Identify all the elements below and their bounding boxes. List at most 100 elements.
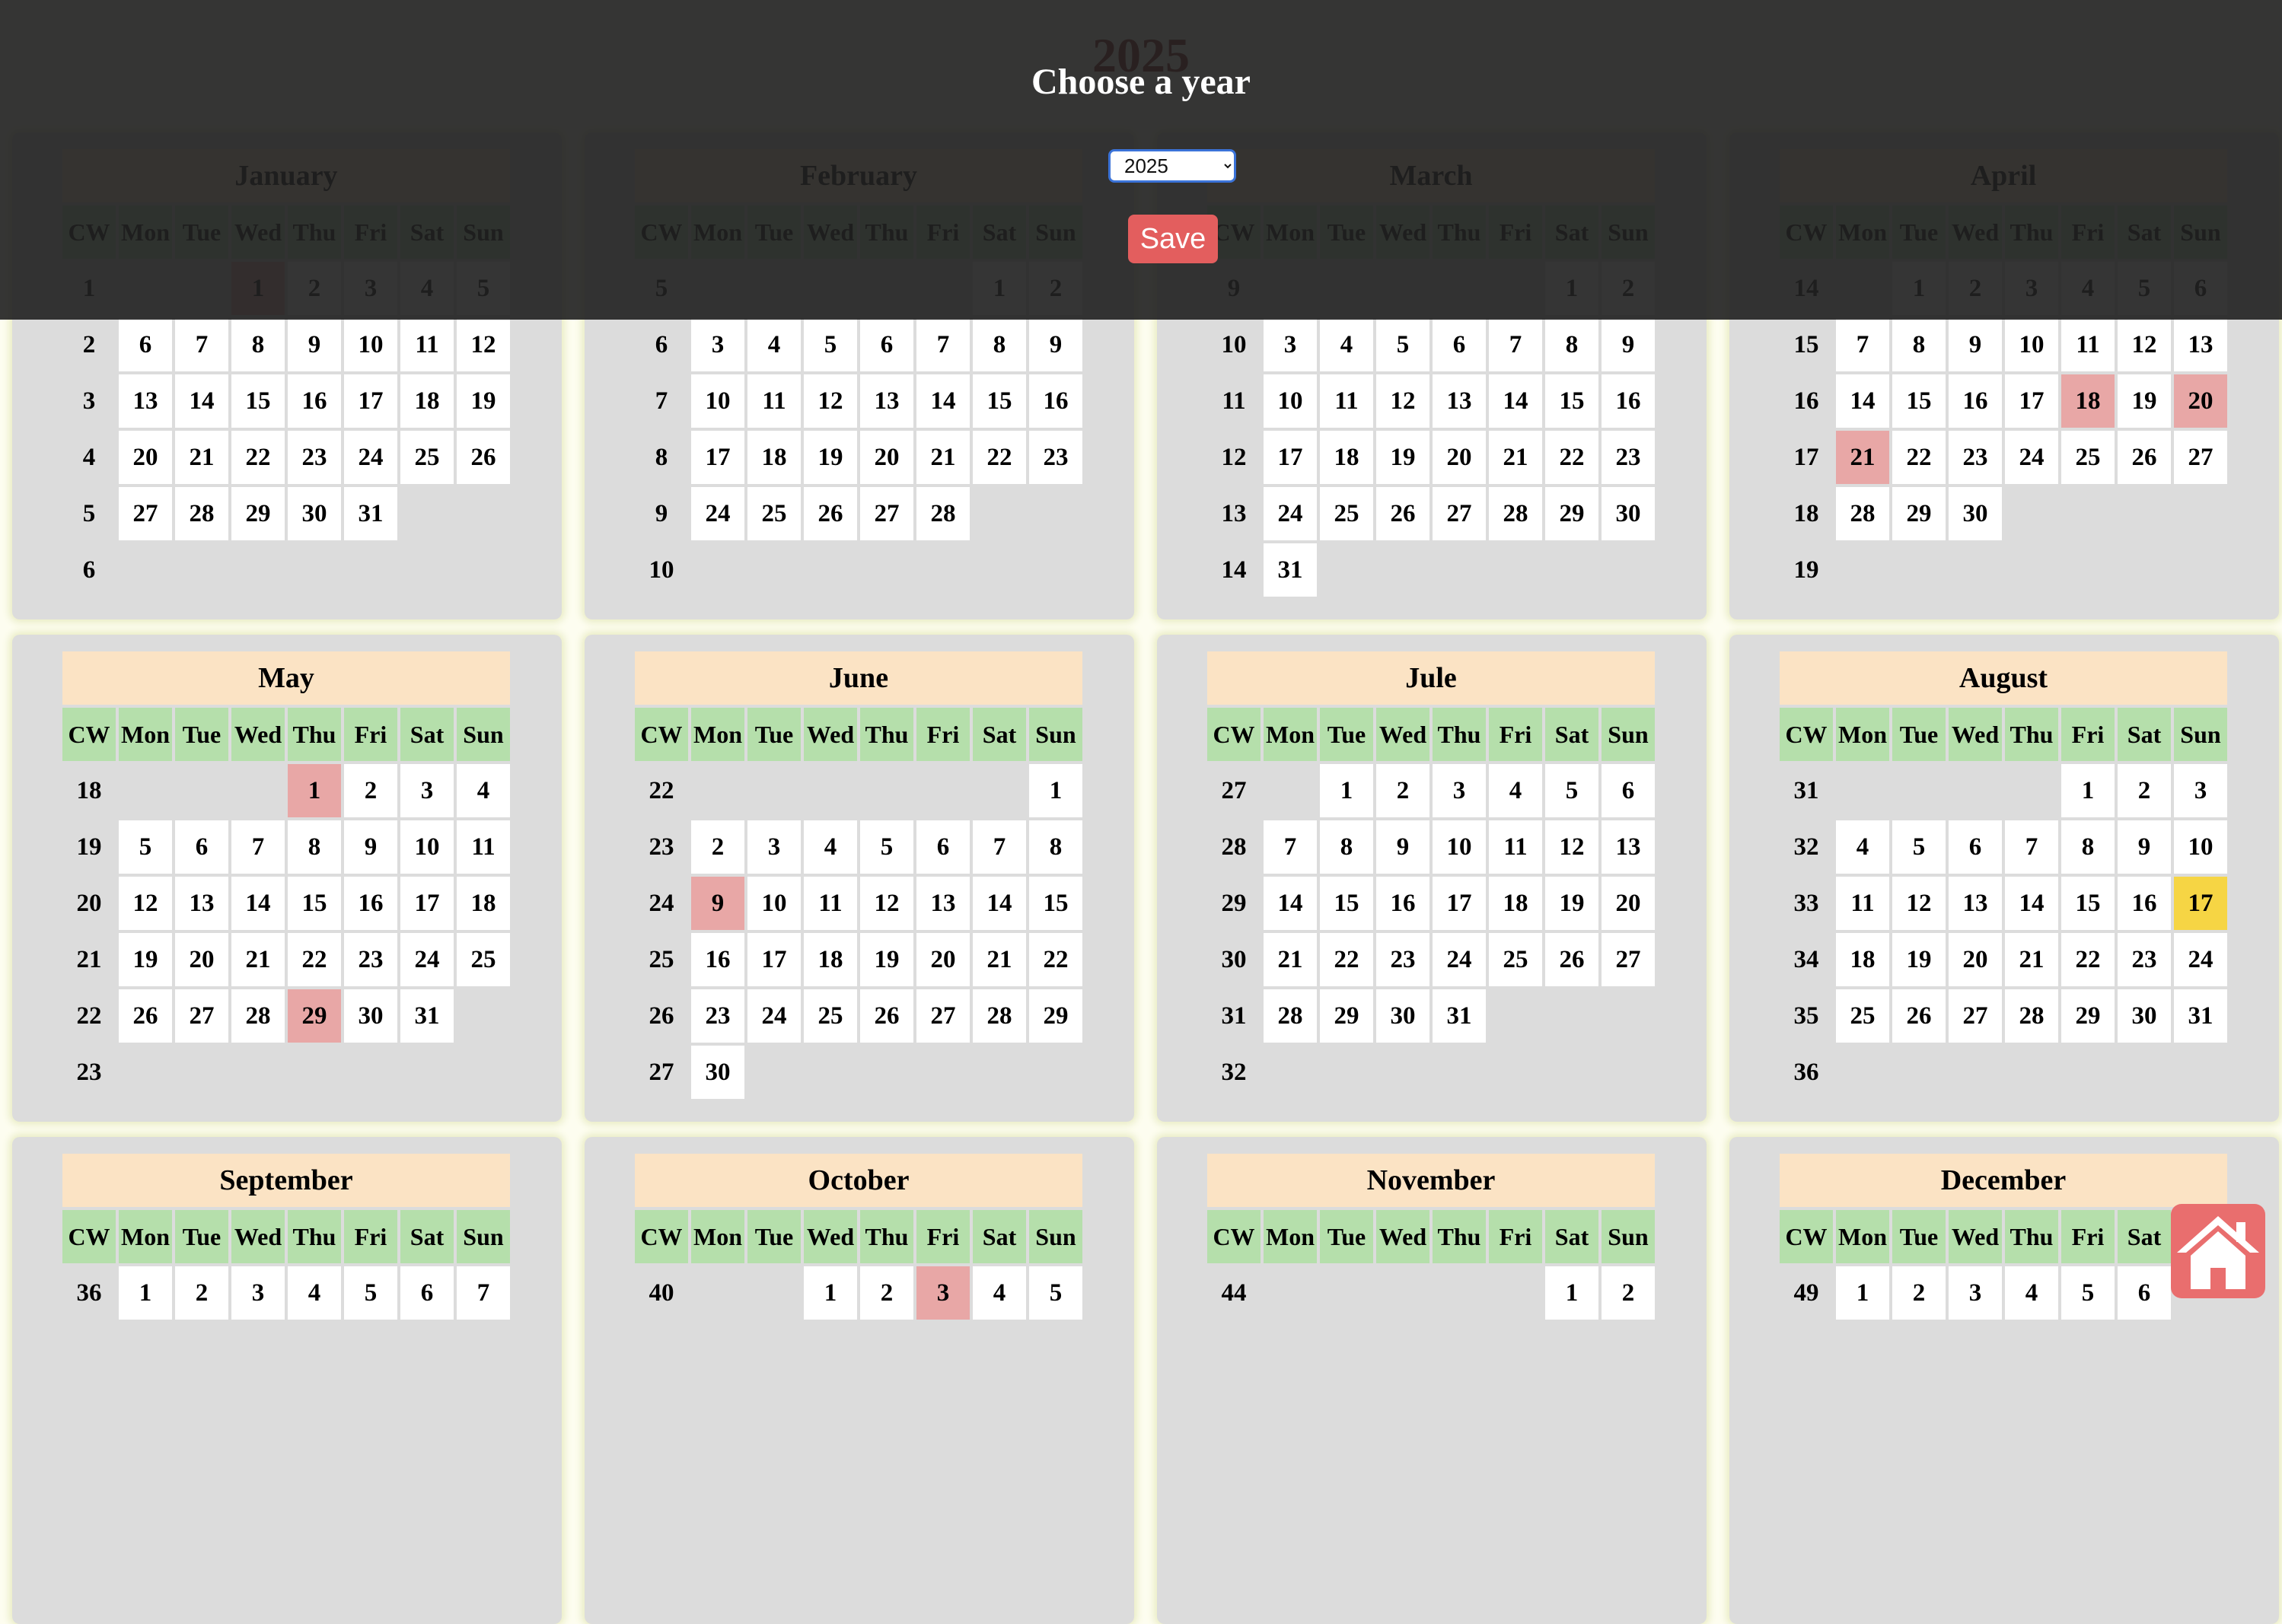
day-cell[interactable]: 26 <box>2118 431 2171 484</box>
day-cell[interactable]: 13 <box>119 374 172 428</box>
day-cell[interactable]: 2 <box>860 1266 913 1320</box>
day-cell[interactable]: 29 <box>1892 487 1946 540</box>
day-cell[interactable]: 26 <box>860 989 913 1043</box>
day-cell[interactable]: 2 <box>175 1266 228 1320</box>
day-cell[interactable]: 15 <box>1892 374 1946 428</box>
day-cell[interactable]: 15 <box>288 877 341 930</box>
day-cell[interactable]: 27 <box>1949 989 2002 1043</box>
day-cell[interactable]: 13 <box>1949 877 2002 930</box>
day-cell[interactable]: 11 <box>2061 318 2115 371</box>
day-cell[interactable]: 5 <box>804 318 857 371</box>
day-cell[interactable]: 11 <box>457 820 510 874</box>
day-cell[interactable]: 10 <box>2174 820 2227 874</box>
day-cell[interactable]: 15 <box>1320 877 1373 930</box>
day-cell[interactable]: 3 <box>916 1266 970 1320</box>
day-cell[interactable]: 9 <box>1376 820 1429 874</box>
day-cell[interactable]: 2 <box>2118 764 2171 817</box>
day-cell[interactable]: 19 <box>457 374 510 428</box>
day-cell[interactable]: 10 <box>691 374 744 428</box>
day-cell[interactable]: 7 <box>916 318 970 371</box>
day-cell[interactable]: 22 <box>231 431 285 484</box>
day-cell[interactable]: 17 <box>747 933 801 986</box>
day-cell[interactable]: 14 <box>2005 877 2058 930</box>
day-cell[interactable]: 7 <box>1489 318 1542 371</box>
day-cell[interactable]: 6 <box>400 1266 454 1320</box>
day-cell[interactable]: 28 <box>1836 487 1889 540</box>
day-cell[interactable]: 18 <box>1320 431 1373 484</box>
day-cell[interactable]: 26 <box>1376 487 1429 540</box>
day-cell[interactable]: 29 <box>288 989 341 1043</box>
day-cell[interactable]: 11 <box>1489 820 1542 874</box>
day-cell[interactable]: 14 <box>231 877 285 930</box>
day-cell[interactable]: 10 <box>400 820 454 874</box>
day-cell[interactable]: 8 <box>1545 318 1598 371</box>
day-cell[interactable]: 12 <box>1376 374 1429 428</box>
day-cell[interactable]: 18 <box>2061 374 2115 428</box>
day-cell[interactable]: 25 <box>1836 989 1889 1043</box>
day-cell[interactable]: 16 <box>2118 877 2171 930</box>
day-cell[interactable]: 25 <box>747 487 801 540</box>
day-cell[interactable]: 5 <box>1029 1266 1082 1320</box>
day-cell[interactable]: 21 <box>973 933 1026 986</box>
day-cell[interactable]: 9 <box>344 820 397 874</box>
day-cell[interactable]: 1 <box>1545 1266 1598 1320</box>
day-cell[interactable]: 14 <box>973 877 1026 930</box>
day-cell[interactable]: 17 <box>1264 431 1317 484</box>
day-cell[interactable]: 10 <box>1433 820 1486 874</box>
day-cell[interactable]: 1 <box>288 764 341 817</box>
day-cell[interactable]: 22 <box>1320 933 1373 986</box>
year-select[interactable]: 2025 <box>1108 149 1236 183</box>
day-cell[interactable]: 1 <box>2061 764 2115 817</box>
day-cell[interactable]: 19 <box>1892 933 1946 986</box>
day-cell[interactable]: 17 <box>691 431 744 484</box>
day-cell[interactable]: 19 <box>860 933 913 986</box>
day-cell[interactable]: 30 <box>691 1046 744 1099</box>
day-cell[interactable]: 4 <box>973 1266 1026 1320</box>
day-cell[interactable]: 20 <box>860 431 913 484</box>
day-cell[interactable]: 9 <box>1602 318 1655 371</box>
day-cell[interactable]: 6 <box>1949 820 2002 874</box>
day-cell[interactable]: 30 <box>344 989 397 1043</box>
day-cell[interactable]: 7 <box>1264 820 1317 874</box>
day-cell[interactable]: 4 <box>288 1266 341 1320</box>
day-cell[interactable]: 6 <box>175 820 228 874</box>
day-cell[interactable]: 17 <box>344 374 397 428</box>
day-cell[interactable]: 8 <box>288 820 341 874</box>
day-cell[interactable]: 31 <box>1433 989 1486 1043</box>
day-cell[interactable]: 14 <box>1489 374 1542 428</box>
day-cell[interactable]: 25 <box>400 431 454 484</box>
day-cell[interactable]: 12 <box>860 877 913 930</box>
day-cell[interactable]: 19 <box>2118 374 2171 428</box>
day-cell[interactable]: 23 <box>691 989 744 1043</box>
day-cell[interactable]: 1 <box>804 1266 857 1320</box>
day-cell[interactable]: 29 <box>2061 989 2115 1043</box>
day-cell[interactable]: 13 <box>860 374 913 428</box>
day-cell[interactable]: 20 <box>175 933 228 986</box>
day-cell[interactable]: 1 <box>119 1266 172 1320</box>
day-cell[interactable]: 6 <box>1602 764 1655 817</box>
day-cell[interactable]: 27 <box>860 487 913 540</box>
day-cell[interactable]: 15 <box>2061 877 2115 930</box>
day-cell[interactable]: 1 <box>1836 1266 1889 1320</box>
day-cell[interactable]: 25 <box>2061 431 2115 484</box>
day-cell[interactable]: 18 <box>400 374 454 428</box>
day-cell[interactable]: 22 <box>973 431 1026 484</box>
home-button[interactable] <box>2171 1204 2265 1298</box>
day-cell[interactable]: 24 <box>1264 487 1317 540</box>
day-cell[interactable]: 4 <box>1320 318 1373 371</box>
day-cell[interactable]: 16 <box>1602 374 1655 428</box>
day-cell[interactable]: 23 <box>1376 933 1429 986</box>
day-cell[interactable]: 13 <box>2174 318 2227 371</box>
day-cell[interactable]: 11 <box>400 318 454 371</box>
day-cell[interactable]: 19 <box>1376 431 1429 484</box>
day-cell[interactable]: 1 <box>1029 764 1082 817</box>
day-cell[interactable]: 4 <box>804 820 857 874</box>
day-cell[interactable]: 26 <box>119 989 172 1043</box>
day-cell[interactable]: 8 <box>231 318 285 371</box>
day-cell[interactable]: 16 <box>691 933 744 986</box>
day-cell[interactable]: 14 <box>916 374 970 428</box>
day-cell[interactable]: 9 <box>691 877 744 930</box>
day-cell[interactable]: 27 <box>916 989 970 1043</box>
day-cell[interactable]: 4 <box>457 764 510 817</box>
day-cell[interactable]: 17 <box>400 877 454 930</box>
